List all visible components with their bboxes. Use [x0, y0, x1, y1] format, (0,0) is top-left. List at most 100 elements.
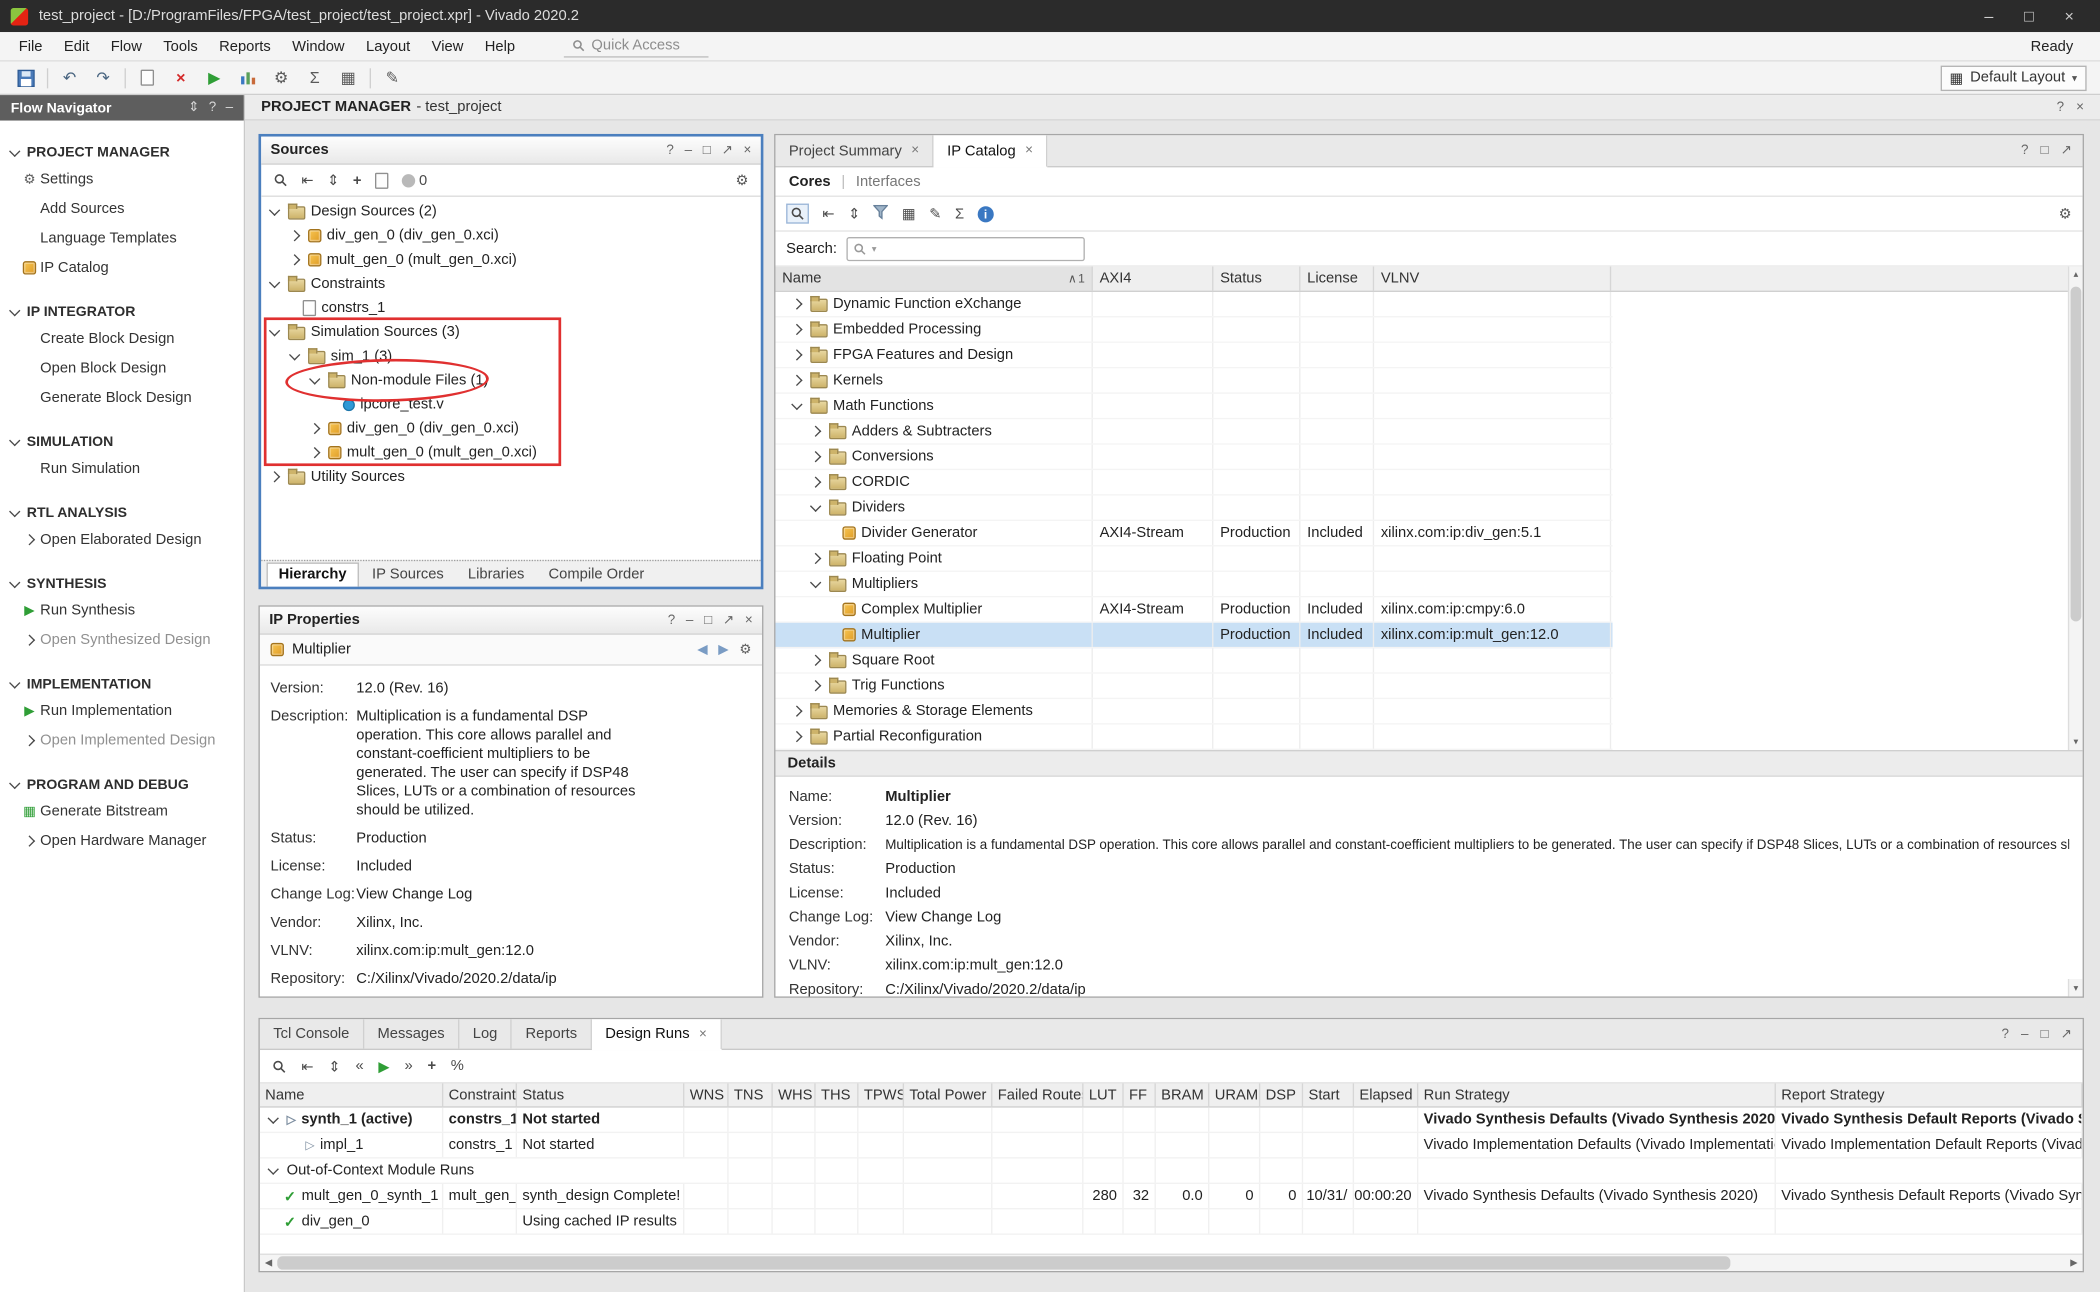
- nav-item-generate-bitstream[interactable]: ▦Generate Bitstream: [0, 797, 244, 826]
- file-icon[interactable]: [375, 172, 388, 188]
- column-header[interactable]: Run Strategy: [1418, 1083, 1776, 1106]
- catalog-category-row[interactable]: Kernels: [775, 368, 1612, 393]
- column-header[interactable]: Elapsed: [1354, 1083, 1418, 1106]
- tab-hierarchy[interactable]: Hierarchy: [267, 563, 359, 587]
- column-header-status[interactable]: Status: [1213, 267, 1300, 291]
- expand-all-icon[interactable]: ⇕: [188, 100, 199, 115]
- percent-icon[interactable]: %: [451, 1058, 464, 1074]
- column-header[interactable]: BRAM: [1156, 1083, 1210, 1106]
- catalog-category-row[interactable]: FPGA Features and Design: [775, 343, 1612, 368]
- maximize-button[interactable]: □: [2009, 0, 2049, 32]
- tree-item-simulation-sources[interactable]: Simulation Sources (3): [261, 320, 761, 344]
- nav-item-run-synthesis[interactable]: ▶Run Synthesis: [0, 596, 244, 625]
- minimize-button[interactable]: –: [1969, 0, 2009, 32]
- close-icon[interactable]: ×: [2076, 100, 2084, 115]
- tab-design-runs[interactable]: Design Runs×: [592, 1019, 722, 1050]
- nav-item-generate-block-design[interactable]: Generate Block Design: [0, 383, 244, 412]
- column-header[interactable]: TPWS: [858, 1083, 904, 1106]
- nav-item-open-synthesized-design[interactable]: Open Synthesized Design: [0, 625, 244, 654]
- scroll-left-icon[interactable]: ◀: [260, 1258, 277, 1269]
- cores-view[interactable]: Cores: [789, 173, 831, 189]
- column-header[interactable]: LUT: [1083, 1083, 1123, 1106]
- maximize-icon[interactable]: □: [2041, 143, 2049, 158]
- column-header-axi4[interactable]: AXI4: [1093, 267, 1214, 291]
- gear-icon[interactable]: ⚙: [739, 642, 751, 657]
- float-icon[interactable]: ↗: [2061, 1027, 2072, 1042]
- menu-flow[interactable]: Flow: [100, 34, 153, 58]
- column-header[interactable]: TNS: [729, 1083, 773, 1106]
- catalog-category-row[interactable]: Partial Reconfiguration: [775, 725, 1612, 750]
- section-ip-integrator[interactable]: IP INTEGRATOR: [0, 299, 244, 324]
- column-header-name[interactable]: Name ∧1: [775, 267, 1092, 291]
- back-icon[interactable]: ◀: [697, 642, 707, 657]
- catalog-category-row[interactable]: Dynamic Function eXchange: [775, 292, 1612, 317]
- filter-icon[interactable]: [874, 204, 889, 223]
- catalog-search-input[interactable]: ▾: [846, 236, 1084, 260]
- float-icon[interactable]: ↗: [723, 613, 734, 628]
- close-tab-icon[interactable]: ×: [699, 1027, 707, 1042]
- panel-settings-gear-icon[interactable]: ⚙: [2059, 205, 2072, 222]
- report-chart-icon[interactable]: [236, 66, 260, 90]
- column-header[interactable]: Total Power: [904, 1083, 992, 1106]
- tree-item-sim-1[interactable]: sim_1 (3): [261, 344, 761, 368]
- menu-file[interactable]: File: [8, 34, 53, 58]
- minimize-icon[interactable]: –: [2021, 1027, 2028, 1042]
- nav-item-run-simulation[interactable]: Run Simulation: [0, 454, 244, 483]
- column-header[interactable]: WNS: [684, 1083, 728, 1106]
- catalog-category-row[interactable]: Math Functions: [775, 394, 1612, 419]
- tab-tcl-console[interactable]: Tcl Console: [260, 1019, 364, 1048]
- collapse-all-icon[interactable]: ⇤: [301, 1057, 313, 1074]
- search-toggle-icon[interactable]: [786, 204, 809, 224]
- redo-icon[interactable]: ↷: [91, 66, 115, 90]
- catalog-category-row[interactable]: CORDIC: [775, 470, 1612, 495]
- runs-horizontal-scrollbar[interactable]: ◀ ▶: [260, 1254, 2083, 1271]
- save-icon[interactable]: [13, 66, 37, 90]
- nav-item-open-block-design[interactable]: Open Block Design: [0, 354, 244, 383]
- catalog-category-row[interactable]: Floating Point: [775, 546, 1612, 571]
- create-runs-icon[interactable]: +: [427, 1058, 436, 1074]
- nav-item-open-hardware-manager[interactable]: Open Hardware Manager: [0, 826, 244, 855]
- tab-libraries[interactable]: Libraries: [457, 564, 535, 587]
- catalog-vertical-scrollbar[interactable]: ▴ ▾: [2068, 267, 2083, 750]
- layout-selector[interactable]: ▦ Default Layout ▾: [1940, 65, 2086, 90]
- delete-icon[interactable]: ×: [169, 66, 193, 90]
- close-icon[interactable]: ×: [745, 613, 753, 628]
- search-icon[interactable]: [272, 1059, 287, 1074]
- column-header[interactable]: URAM: [1209, 1083, 1260, 1106]
- column-header[interactable]: Constraints: [443, 1083, 517, 1106]
- nav-item-run-implementation[interactable]: ▶Run Implementation: [0, 696, 244, 725]
- menu-layout[interactable]: Layout: [355, 34, 421, 58]
- view-change-log-link[interactable]: View Change Log: [356, 885, 472, 904]
- tree-item-mult-gen[interactable]: mult_gen_0 (mult_gen_0.xci): [261, 248, 761, 272]
- catalog-category-row[interactable]: Adders & Subtracters: [775, 419, 1612, 444]
- nav-item-create-block-design[interactable]: Create Block Design: [0, 324, 244, 353]
- tree-item-design-sources[interactable]: Design Sources (2): [261, 200, 761, 224]
- help-icon[interactable]: ?: [668, 613, 675, 628]
- help-icon[interactable]: ?: [2057, 100, 2064, 115]
- hide-panel-icon[interactable]: –: [226, 100, 233, 115]
- ip-status-link[interactable]: Production: [356, 829, 426, 848]
- maximize-icon[interactable]: □: [2041, 1027, 2049, 1042]
- add-sources-icon[interactable]: +: [353, 172, 362, 188]
- design-run-group-row[interactable]: Out-of-Context Module Runs: [260, 1158, 2083, 1183]
- catalog-ip-row[interactable]: Complex MultiplierAXI4-StreamProductionI…: [775, 597, 1612, 622]
- menu-view[interactable]: View: [421, 34, 474, 58]
- column-header[interactable]: Name: [260, 1083, 443, 1106]
- launch-runs-icon[interactable]: ▶: [378, 1057, 389, 1074]
- help-icon[interactable]: ?: [2021, 143, 2028, 158]
- layout-grid-icon[interactable]: ▦: [336, 66, 360, 90]
- reset-runs-icon[interactable]: «: [356, 1058, 364, 1074]
- tree-item-ipcore-test[interactable]: ipcore_test.v: [261, 392, 761, 416]
- menu-window[interactable]: Window: [281, 34, 355, 58]
- column-header[interactable]: Start: [1303, 1083, 1354, 1106]
- detail-status-link[interactable]: Production: [885, 861, 955, 877]
- tree-item-constraints[interactable]: Constraints: [261, 272, 761, 296]
- tree-item-sim-mult-gen[interactable]: mult_gen_0 (mult_gen_0.xci): [261, 441, 761, 465]
- catalog-category-row[interactable]: Memories & Storage Elements: [775, 699, 1612, 724]
- design-run-row-impl1[interactable]: ▷impl_1 constrs_1Not started Vivado Impl…: [260, 1133, 2083, 1158]
- info-icon[interactable]: i: [978, 206, 994, 222]
- help-icon[interactable]: ?: [2002, 1027, 2009, 1042]
- copy-icon[interactable]: [135, 66, 159, 90]
- tab-messages[interactable]: Messages: [364, 1019, 459, 1048]
- nav-item-language-templates[interactable]: Language Templates: [0, 224, 244, 253]
